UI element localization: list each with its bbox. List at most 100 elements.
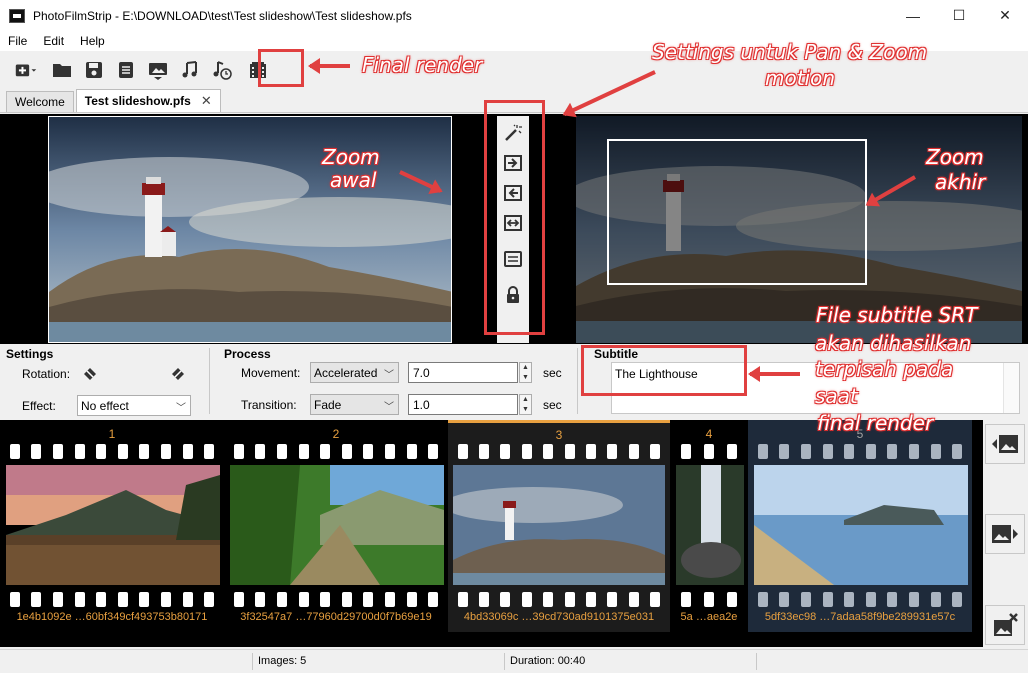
transition-label: Transition: (241, 398, 297, 412)
annotation-zoom-akhir-1: Zoom (926, 145, 984, 169)
frame-filename: 1e4b1092e …60bf349cf493753b80171 (16, 611, 208, 623)
chevron-down-icon: ﹀ (384, 402, 394, 413)
filmstrip-frame-selected[interactable]: 3 4bd33069c …39cd730ad9101375e031 (448, 420, 670, 632)
rotate-right-button[interactable] (167, 363, 189, 385)
transition-value: Fade (314, 397, 342, 412)
close-button[interactable]: ✕ (982, 0, 1028, 31)
frame-number: 4 (705, 427, 713, 441)
rotate-left-icon (84, 368, 96, 380)
properties-button[interactable] (110, 54, 142, 86)
music-clock-icon (213, 61, 232, 80)
window-title: PhotoFilmStrip - E:\DOWNLOAD\test\Test s… (33, 8, 412, 23)
menu-file[interactable]: File (0, 34, 35, 48)
rotate-left-button[interactable] (79, 363, 101, 385)
thumbnail-image (754, 465, 968, 585)
arrow-subtitle (750, 372, 800, 376)
process-title: Process (224, 347, 271, 361)
tab-welcome[interactable]: Welcome (6, 91, 74, 112)
maximize-button[interactable]: ☐ (936, 0, 982, 31)
settings-panel: Settings Rotation: Effect: No effect ﹀ P… (0, 344, 1028, 420)
open-button[interactable] (46, 54, 78, 86)
thumbnail-image (6, 465, 220, 585)
annotation-final-render: Final render (362, 53, 483, 77)
list-icon (119, 62, 133, 78)
movement-duration-input[interactable]: 7.0 (408, 362, 518, 383)
transition-duration-value: 1.0 (413, 397, 430, 412)
filmstrip-frame[interactable]: 1 1e4b1092e …60bf349cf493753b80171 (0, 420, 224, 632)
tab-project[interactable]: Test slideshow.pfs ✕ (75, 89, 221, 112)
rotation-label: Rotation: (22, 367, 71, 381)
duration-display: Duration: 00:40 (510, 655, 586, 667)
music-button[interactable] (174, 54, 206, 86)
effect-select[interactable]: No effect ﹀ (77, 395, 191, 416)
movement-spinner[interactable]: ▲ ▼ (519, 362, 532, 383)
move-picture-left-icon (992, 435, 1018, 453)
menu-edit[interactable]: Edit (35, 34, 72, 48)
move-right-button[interactable] (985, 514, 1025, 554)
divider (577, 348, 578, 414)
settings-title: Settings (6, 347, 54, 361)
remove-picture-button[interactable] (985, 605, 1025, 645)
images-count: Images: 5 (258, 655, 307, 667)
import-pictures-button[interactable] (142, 54, 174, 86)
movement-select[interactable]: Accelerated ﹀ (310, 362, 399, 383)
annotation-zoom-akhir-2: akhir (935, 170, 986, 194)
filmstrip-frame[interactable]: 2 3f32547a7 …77960d29700d0f7b69e19 (224, 420, 448, 632)
picture-icon (149, 63, 167, 80)
tab-close-icon[interactable]: ✕ (201, 93, 212, 109)
arrow-final-render (310, 64, 350, 68)
transition-unit: sec (543, 398, 562, 412)
chevron-down-icon: ﹀ (384, 370, 394, 381)
annotation-srt-4: saat (815, 384, 858, 408)
new-project-button[interactable] (6, 54, 46, 86)
save-icon (86, 62, 102, 78)
app-icon (9, 8, 25, 23)
annotation-srt-5: final render (817, 411, 934, 435)
thumbnail-image (453, 465, 665, 585)
frame-filename: 3f32547a7 …77960d29700d0f7b69e19 (240, 611, 432, 623)
frame-number: 2 (332, 427, 340, 441)
final-render-highlight (258, 49, 304, 87)
frame-filename: 4bd33069c …39cd730ad9101375e031 (463, 611, 655, 623)
frame-number: 1 (108, 427, 116, 441)
effect-label: Effect: (22, 399, 56, 413)
music-timing-button[interactable] (206, 54, 238, 86)
title-bar: PhotoFilmStrip - E:\DOWNLOAD\test\Test s… (0, 0, 1028, 31)
divider (209, 348, 210, 414)
frame-filename: 5df33ec98 …7adaa58f9be289931e57c (764, 611, 956, 623)
transition-select[interactable]: Fade ﹀ (310, 394, 399, 415)
start-rectangle-preview[interactable] (48, 116, 452, 343)
filmstrip-frame[interactable]: 5 5df33ec98 …7adaa58f9be289931e57c (748, 420, 972, 632)
move-left-button[interactable] (985, 424, 1025, 464)
filmstrip-side-buttons (983, 420, 1028, 647)
menu-help[interactable]: Help (72, 34, 113, 48)
filmstrip-frame[interactable]: 4 5a …aea2e (670, 420, 748, 632)
annotation-srt-2: akan dihasilkan (815, 331, 972, 355)
transition-duration-input[interactable]: 1.0 (408, 394, 518, 415)
new-project-icon (15, 64, 37, 77)
minimize-button[interactable]: — (890, 0, 936, 31)
annotation-zoom-awal-1: Zoom (322, 145, 380, 169)
save-button[interactable] (78, 54, 110, 86)
move-picture-right-icon (992, 525, 1018, 543)
status-bar: Images: 5 Duration: 00:40 (0, 649, 1028, 673)
movement-value: Accelerated (314, 365, 378, 380)
annotation-zoom-awal-2: awal (330, 168, 377, 192)
thumbnail-image (676, 465, 744, 585)
movement-label: Movement: (241, 366, 301, 380)
chevron-down-icon: ﹀ (176, 403, 186, 414)
end-zoom-rectangle[interactable] (607, 139, 867, 285)
rotate-right-icon (172, 368, 184, 380)
frame-filename: 5a …aea2e (680, 611, 738, 623)
subtitle-scrollbar[interactable] (1003, 363, 1019, 413)
thumbnail-image (230, 465, 444, 585)
music-icon (182, 61, 197, 78)
annotation-motion: motion (765, 66, 836, 90)
frame-number: 3 (555, 428, 563, 442)
transition-spinner[interactable]: ▲ ▼ (519, 394, 532, 415)
subtitle-highlight (581, 345, 747, 396)
movement-unit: sec (543, 366, 562, 380)
folder-icon (53, 64, 71, 77)
annotation-settings: Settings untuk Pan & Zoom (652, 40, 928, 64)
effect-value: No effect (81, 398, 129, 413)
